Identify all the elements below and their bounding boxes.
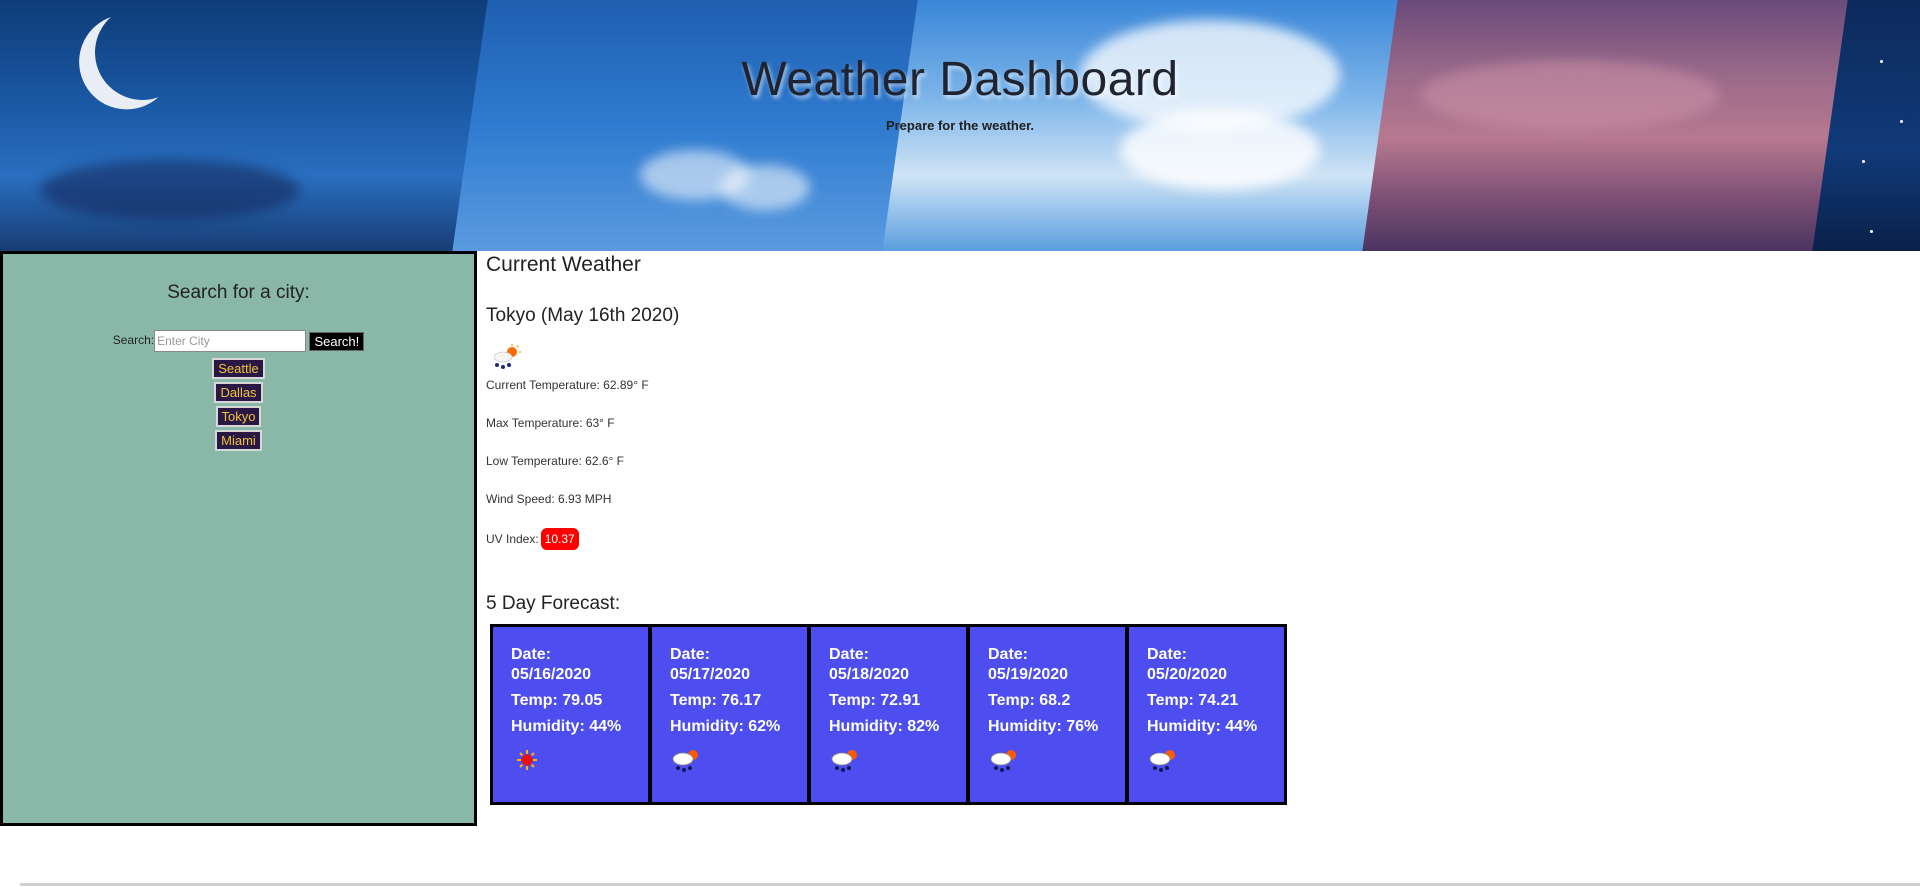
forecast-heading: 5 Day Forecast: bbox=[486, 593, 621, 614]
current-weather-heading: Current Weather bbox=[486, 253, 641, 276]
forecast-temp: Temp: 72.91 bbox=[829, 692, 921, 709]
forecast-date-label: Date: bbox=[988, 646, 1029, 663]
forecast-date-label: Date: bbox=[511, 646, 552, 663]
forecast-humidity: Humidity: 44% bbox=[511, 718, 622, 735]
forecast-card: Date: 05/17/2020 Temp: 76.17 Humidity: 6… bbox=[652, 627, 807, 802]
max-temperature: Max Temperature: 63° F bbox=[486, 416, 615, 430]
forecast-temp: Temp: 76.17 bbox=[670, 692, 762, 709]
forecast-temp: Temp: 74.21 bbox=[1147, 692, 1239, 709]
cloud-shape bbox=[40, 160, 300, 220]
forecast-card: Date: 05/19/2020 Temp: 68.2 Humidity: 76… bbox=[970, 627, 1125, 802]
uv-index-row: UV Index: 10.37 bbox=[486, 528, 579, 550]
forecast-card: Date: 05/18/2020 Temp: 72.91 Humidity: 8… bbox=[811, 627, 966, 802]
forecast-date: 05/19/2020 bbox=[988, 666, 1069, 683]
city-button-miami[interactable]: Miami bbox=[215, 430, 262, 451]
rain-sun-icon bbox=[1149, 750, 1175, 772]
rain-sun-icon bbox=[493, 344, 521, 369]
rain-sun-icon bbox=[831, 750, 857, 772]
forecast-humidity: Humidity: 44% bbox=[1147, 718, 1258, 735]
sun-icon bbox=[517, 750, 537, 770]
forecast-date-label: Date: bbox=[1147, 646, 1188, 663]
forecast-humidity: Humidity: 62% bbox=[670, 718, 781, 735]
header-banner: Weather Dashboard Prepare for the weathe… bbox=[0, 0, 1920, 251]
forecast-temp: Temp: 68.2 bbox=[988, 692, 1071, 709]
forecast-date-label: Date: bbox=[670, 646, 711, 663]
forecast-card: Date: 05/16/2020 Temp: 79.05 Humidity: 4… bbox=[493, 627, 648, 802]
wind-speed: Wind Speed: 6.93 MPH bbox=[486, 492, 612, 506]
forecast-humidity: Humidity: 82% bbox=[829, 718, 940, 735]
city-button-tokyo[interactable]: Tokyo bbox=[215, 406, 262, 427]
city-date-heading: Tokyo (May 16th 2020) bbox=[486, 305, 680, 326]
low-temperature: Low Temperature: 62.6° F bbox=[486, 454, 624, 468]
forecast-date-label: Date: bbox=[829, 646, 870, 663]
uv-index-label: UV Index: bbox=[486, 532, 539, 546]
forecast-date: 05/20/2020 bbox=[1147, 666, 1228, 683]
uv-index-badge: 10.37 bbox=[540, 528, 579, 550]
horizontal-scrollbar[interactable] bbox=[20, 883, 1920, 886]
forecast-card: Date: 05/20/2020 Temp: 74.21 Humidity: 4… bbox=[1129, 627, 1284, 802]
forecast-date: 05/16/2020 bbox=[511, 666, 592, 683]
rain-sun-icon bbox=[990, 750, 1016, 772]
search-heading: Search for a city: bbox=[167, 282, 310, 303]
city-button-seattle[interactable]: Seattle bbox=[212, 358, 265, 379]
star-dot bbox=[1870, 230, 1873, 233]
forecast-cards: Date: 05/16/2020 Temp: 79.05 Humidity: 4… bbox=[490, 624, 1287, 805]
star-dot bbox=[1862, 160, 1865, 163]
search-row: Search: Search! bbox=[3, 330, 474, 352]
current-temperature: Current Temperature: 62.89° F bbox=[486, 378, 649, 392]
search-label: Search: bbox=[112, 333, 155, 348]
city-button-dallas[interactable]: Dallas bbox=[214, 382, 263, 403]
page-subtitle: Prepare for the weather. bbox=[885, 118, 1035, 133]
search-sidebar: Search for a city: Search: Search! Seatt… bbox=[0, 251, 477, 826]
forecast-date: 05/17/2020 bbox=[670, 666, 751, 683]
forecast-humidity: Humidity: 76% bbox=[988, 718, 1099, 735]
forecast-temp: Temp: 79.05 bbox=[511, 692, 603, 709]
search-input[interactable] bbox=[154, 330, 307, 352]
forecast-date: 05/18/2020 bbox=[829, 666, 910, 683]
search-button[interactable]: Search! bbox=[309, 331, 365, 351]
cloud-shape bbox=[720, 165, 810, 210]
page-title: Weather Dashboard bbox=[741, 53, 1179, 106]
rain-sun-icon bbox=[672, 750, 698, 772]
city-history-list: Seattle Dallas Tokyo Miami bbox=[3, 358, 474, 454]
